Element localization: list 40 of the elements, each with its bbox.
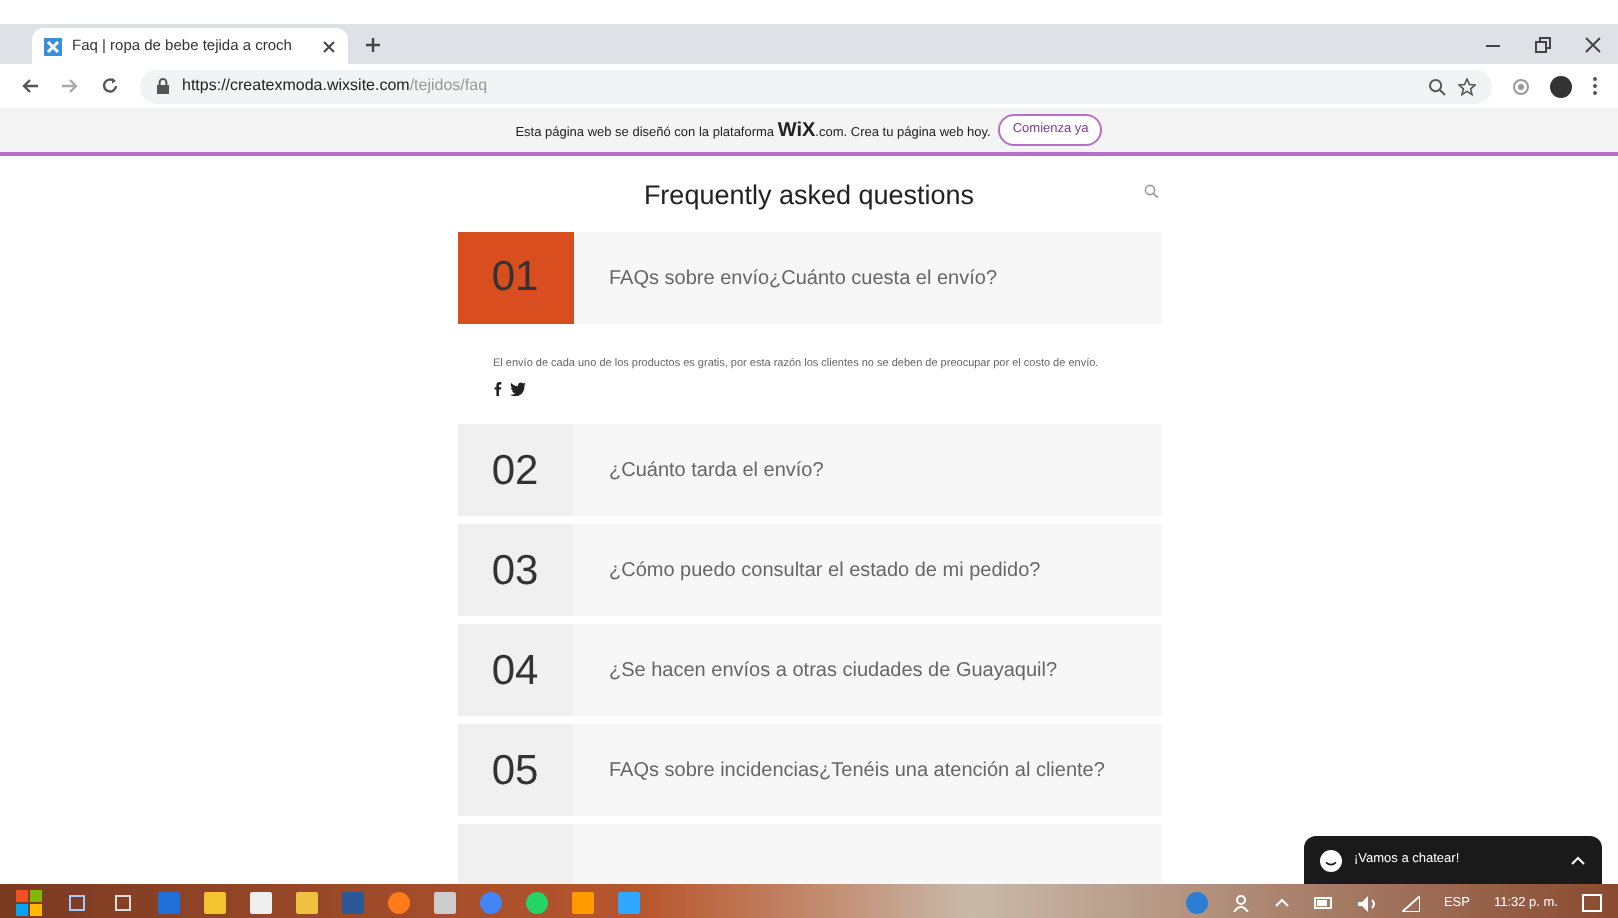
favicon-icon: [44, 37, 62, 55]
chevron-icon[interactable]: [1570, 855, 1586, 865]
item-number: 05: [491, 745, 539, 798]
faq-item[interactable]: 02 ¿Cuánto tarda el envío?: [457, 424, 1161, 517]
item-number: 03: [491, 545, 539, 598]
question-text: FAQs sobre envío¿Cuánto cuesta el envío?: [609, 265, 997, 293]
zoom-icon[interactable]: [1428, 77, 1446, 95]
reload-icon[interactable]: [100, 76, 120, 96]
new-tab-icon[interactable]: [364, 36, 382, 54]
question-text: ¿Cuánto tarda el envío?: [609, 457, 824, 486]
url-text[interactable]: https://createxmoda.wixsite.com/tejidos/faq: [182, 74, 488, 98]
facebook-icon[interactable]: [493, 382, 501, 397]
star-icon[interactable]: [1458, 77, 1476, 95]
smiley-icon: [1320, 849, 1342, 871]
volume-icon[interactable]: [1357, 895, 1378, 911]
windows-icon[interactable]: [16, 890, 42, 916]
item-number: 04: [491, 645, 539, 698]
close-icon[interactable]: [1584, 35, 1602, 53]
restore-icon[interactable]: [1534, 35, 1552, 53]
back-icon[interactable]: [20, 76, 40, 96]
notification-icon[interactable]: [1582, 893, 1602, 913]
close-icon[interactable]: [322, 39, 336, 53]
question-text: ¿Cómo puedo consultar el estado de mi pedido?: [609, 557, 1041, 586]
address-bar[interactable]: https://createxmoda.wixsite.com/tejidos/faq: [140, 69, 1492, 103]
lock-icon: [156, 78, 170, 94]
faq-item[interactable]: 04 ¿Se hacen envíos a otras ciudades de Guayaquil?: [457, 624, 1161, 717]
forward-icon[interactable]: [60, 76, 80, 96]
faq-item[interactable]: 03 ¿Cómo puedo consultar el estado de mi pedido?: [457, 524, 1161, 617]
faq-item[interactable]: 01 FAQs sobre envío¿Cuánto cuesta el envío?: [457, 232, 1161, 324]
avatar-icon[interactable]: [1550, 75, 1572, 97]
question-text: FAQs sobre incidencias¿Tenéis una atención al cliente?: [609, 757, 1105, 786]
page-title: Frequently asked questions: [643, 180, 975, 210]
battery-icon[interactable]: [1313, 896, 1334, 910]
item-number: 02: [491, 445, 539, 498]
item-number: 01: [491, 252, 539, 305]
question-text: ¿Se hacen envíos a otras ciudades de Guayaquil?: [609, 657, 1058, 686]
menu-icon[interactable]: [1592, 76, 1598, 96]
people-icon[interactable]: [1231, 894, 1250, 912]
faq-item[interactable]: 05 FAQs sobre incidencias¿Tenéis una atención al cliente?: [457, 724, 1161, 817]
twitter-icon[interactable]: [509, 382, 525, 397]
